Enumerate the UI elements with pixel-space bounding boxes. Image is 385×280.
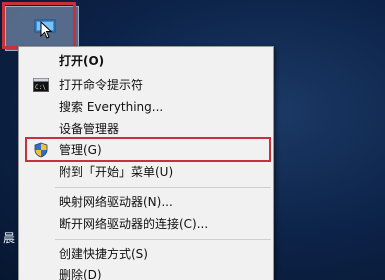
menu-item-label: 搜索 Everything... xyxy=(59,100,164,114)
menu-item-disconnect-network-drive[interactable]: 断开网络驱动器的连接(C)... xyxy=(19,213,273,235)
svg-text:C:\: C:\ xyxy=(35,84,46,91)
menu-item-open-cmd[interactable]: C:\ 打开命令提示符 xyxy=(19,74,273,96)
menu-item-search-everything[interactable]: 搜索 Everything... xyxy=(19,96,273,118)
manage-highlight-box xyxy=(25,137,271,162)
menu-item-label: 打开(O) xyxy=(59,54,105,68)
menu-item-create-shortcut[interactable]: 创建快捷方式(S) xyxy=(19,243,273,265)
menu-item-label: 打开命令提示符 xyxy=(59,78,144,92)
cmd-icon: C:\ xyxy=(33,78,49,92)
menu-item-map-network-drive[interactable]: 映射网络驱动器(N)... xyxy=(19,191,273,213)
menu-item-label: 创建快捷方式(S) xyxy=(59,247,148,261)
menu-item-delete[interactable]: 删除(D) xyxy=(19,264,273,280)
menu-separator xyxy=(55,187,271,188)
menu-item-pin-to-start[interactable]: 附到「开始」菜单(U) xyxy=(19,161,273,183)
menu-item-label: 映射网络驱动器(N)... xyxy=(59,195,173,209)
menu-separator xyxy=(55,239,271,240)
icon-highlight-box xyxy=(2,2,76,49)
desktop-text-fragment: 晨 xyxy=(3,231,17,245)
context-menu: 打开(O) C:\ 打开命令提示符 搜索 Everything... 设备管理器… xyxy=(18,46,274,280)
menu-item-label: 断开网络驱动器的连接(C)... xyxy=(59,217,209,231)
menu-item-label: 删除(D) xyxy=(59,268,102,280)
menu-item-open[interactable]: 打开(O) xyxy=(19,50,273,72)
menu-item-label: 附到「开始」菜单(U) xyxy=(59,165,174,179)
